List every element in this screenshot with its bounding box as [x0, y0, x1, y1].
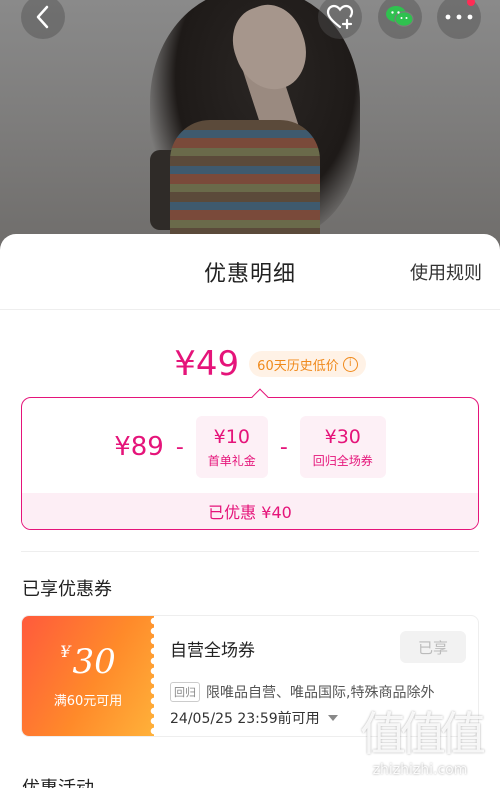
photo-striped-top: [170, 120, 320, 250]
product-photo-backdrop: [0, 0, 500, 250]
coupon-amount-value: 30: [72, 642, 116, 682]
coupon-scope-text: 限唯品自营、唯品国际,特殊商品除外: [206, 685, 435, 701]
history-low-badge[interactable]: 60天历史低价 i: [249, 351, 366, 377]
coupon-card[interactable]: ¥30 满60元可用 自营全场券 已享 回归 限唯品自营、唯品国际,特殊商品除外…: [21, 615, 479, 737]
discount-label: 首单礼金: [207, 453, 256, 468]
sheet-header: 优惠明细 使用规则: [0, 234, 500, 310]
history-low-label: 60天历史低价: [257, 358, 339, 374]
usage-rules-link[interactable]: 使用规则: [410, 259, 482, 285]
discount-chip-return-coupon: ¥30 回归全场券: [299, 416, 386, 478]
final-price-row: ¥49 60天历史低价 i: [0, 342, 500, 386]
coupon-currency: ¥: [60, 642, 71, 661]
coupon-used-button[interactable]: 已享: [400, 631, 466, 663]
discount-detail-sheet: 优惠明细 使用规则 ¥49 60天历史低价 i ¥89 - ¥10 首单礼金 -…: [0, 234, 500, 788]
total-saved-bar: 已优惠 ¥40: [22, 493, 478, 529]
minus-sign: -: [279, 434, 288, 460]
discount-chip-first-order: ¥10 首单礼金: [195, 416, 268, 478]
discount-amount: ¥30: [324, 425, 361, 448]
coupon-condition: 满60元可用: [53, 694, 123, 709]
caret-down-icon: [327, 715, 338, 721]
stage: 优惠明细 使用规则 ¥49 60天历史低价 i ¥89 - ¥10 首单礼金 -…: [0, 0, 500, 788]
info-icon: i: [342, 356, 358, 372]
price-calculation-box: ¥89 - ¥10 首单礼金 - ¥30 回归全场券 已优惠 ¥40: [21, 397, 479, 530]
heart-plus-icon: [326, 4, 354, 30]
coupon-scope: 回归 限唯品自营、唯品国际,特殊商品除外: [170, 682, 434, 702]
activities-section-title: 优惠活动: [22, 774, 94, 788]
calculation-row: ¥89 - ¥10 首单礼金 - ¥30 回归全场券: [22, 416, 478, 478]
coupon-expiry: 24/05/25 23:59前可用: [170, 711, 320, 727]
wechat-icon: [386, 6, 414, 27]
coupon-expiry-toggle[interactable]: 24/05/25 23:59前可用: [170, 708, 338, 728]
section-divider: [21, 551, 479, 552]
coupon-tag: 回归: [170, 682, 200, 702]
coupon-value-panel: ¥30 满60元可用: [22, 616, 159, 736]
coupon-amount: ¥30: [22, 642, 154, 682]
original-price: ¥89: [114, 432, 164, 462]
final-price: ¥49: [174, 344, 240, 384]
coupon-name: 自营全场券: [170, 641, 255, 661]
more-dots-icon: [445, 14, 473, 20]
minus-sign: -: [175, 434, 184, 460]
discount-label: 回归全场券: [312, 453, 373, 468]
discount-amount: ¥10: [213, 425, 250, 448]
coupons-section-title: 已享优惠券: [22, 579, 112, 600]
back-arrow-icon: [36, 5, 49, 29]
